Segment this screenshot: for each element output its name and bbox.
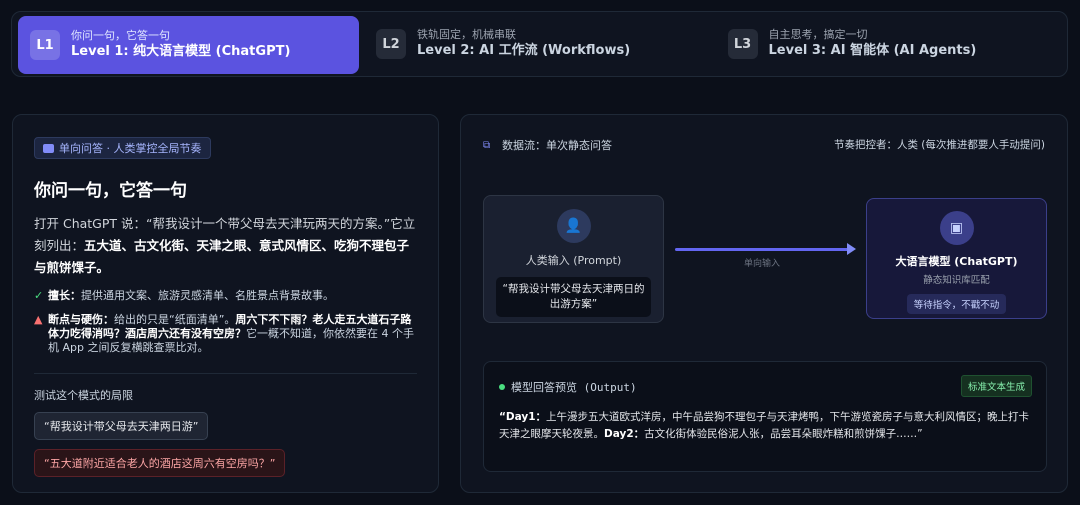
divider [34, 373, 417, 374]
tab-subtitle: 自主思考，搞定一切 [768, 28, 868, 41]
llm-node-sub: 静态知识库匹配 [923, 275, 990, 286]
level-badge: L2 [376, 29, 406, 59]
tab-level-2[interactable]: L2 铁轨固定，机械串联 Level 2: AI 工作流 (Workflows) [364, 12, 716, 76]
level-badge: L1 [30, 30, 60, 60]
output-title: 模型回答预览 (Output) [499, 379, 637, 395]
tab-subtitle: 铁轨固定，机械串联 [417, 28, 516, 41]
level-badge: L3 [727, 29, 758, 59]
day1-label: “Day1： [499, 411, 547, 423]
arrow-label: 单向输入 [744, 259, 781, 269]
arrow-right-icon [847, 243, 856, 255]
tab-level-1[interactable]: L1 你问一句，它答一句 Level 1: 纯大语言模型 (ChatGPT) [18, 16, 359, 74]
desc-bold: 五大道、古文化街、天津之眼、意式风情区、吃狗不理包子与煎饼馃子。 [34, 238, 410, 275]
output-badge: 标准文本生成 [960, 375, 1032, 397]
human-input-node: 👤 人类输入 (Prompt) “帮我设计带父母去天津两日的出游方案” [483, 195, 664, 323]
day2-label: Day2： [604, 428, 645, 440]
con-label: 断点与硬伤： [48, 313, 114, 326]
flow-title-text: 数据流：单次静态问答 [502, 139, 612, 152]
mode-pill: 单向问答 · 人类掌控全局节奏 [34, 137, 211, 159]
llm-wait-badge: 等待指令，不戳不动 [906, 294, 1007, 314]
chip-icon: ▣ [939, 211, 974, 245]
warning-icon: ▲ [34, 313, 43, 326]
tab-title: Level 3: AI 智能体 (AI Agents) [768, 43, 977, 58]
llm-node: ▣ 大语言模型 (ChatGPT) 静态知识库匹配 等待指令，不戳不动 [866, 198, 1047, 319]
pro-label: 擅长： [48, 289, 81, 302]
con-point: ▲ 断点与硬伤：给出的只是“纸面清单”。周六下不下雨？老人走五大道石子路体力吃得… [34, 313, 417, 355]
output-title-text: 模型回答预览 (Output) [511, 381, 637, 394]
dataflow-card: ⧉ 数据流：单次静态问答 节奏把控者：人类 (每次推进都要人手动提问) 👤 人类… [460, 114, 1068, 493]
tab-level-3[interactable]: L3 自主思考，搞定一切 Level 3: AI 智能体 (AI Agents) [716, 12, 1068, 76]
card-heading: 你问一句，它答一句 [34, 181, 187, 201]
flow-arrow-line [675, 248, 850, 251]
chat-bubble-icon [43, 143, 54, 153]
tab-subtitle: 你问一句，它答一句 [71, 29, 170, 42]
tab-title: Level 2: AI 工作流 (Workflows) [417, 43, 631, 58]
pro-point: ✓ 擅长：提供通用文案、旅游灵感清单、名胜景点背景故事。 [34, 289, 417, 303]
test-prompt-button-2[interactable]: “五大道附近适合老人的酒店这周六有空房吗？” [34, 449, 286, 477]
tab-title: Level 1: 纯大语言模型 (ChatGPT) [71, 44, 291, 59]
pro-text: 提供通用文案、旅游灵感清单、名胜景点背景故事。 [81, 289, 334, 302]
test-title: 测试这个模式的局限 [34, 389, 133, 402]
status-dot-icon [499, 384, 505, 390]
mode-pill-label: 单向问答 · 人类掌控全局节奏 [59, 142, 202, 155]
card-description: 打开 ChatGPT 说：“帮我设计一个带父母去天津玩两天的方案。”它立刻列出：… [34, 213, 417, 279]
human-node-label: 人类输入 (Prompt) [525, 254, 622, 267]
level-tabs: L1 你问一句，它答一句 Level 1: 纯大语言模型 (ChatGPT) L… [11, 11, 1068, 77]
explanation-card: 单向问答 · 人类掌控全局节奏 你问一句，它答一句 打开 ChatGPT 说：“… [12, 114, 439, 493]
output-text: “Day1：上午漫步五大道欧式洋房，中午品尝狗不理包子与天津烤鸭，下午游览瓷房子… [499, 409, 1034, 443]
day2-text: 古文化街体验民俗泥人张，品尝耳朵眼炸糕和煎饼馃子……” [644, 428, 923, 440]
con-text: 给出的只是“纸面清单”。 [114, 313, 236, 326]
check-icon: ✓ [34, 289, 44, 302]
human-prompt-quote: “帮我设计带父母去天津两日的出游方案” [496, 277, 651, 317]
user-icon: 👤 [556, 209, 591, 243]
flow-title: ⧉ 数据流：单次静态问答 [483, 137, 612, 153]
llm-node-label: 大语言模型 (ChatGPT) [895, 255, 1018, 268]
test-prompt-button-1[interactable]: “帮我设计带父母去天津两日游” [34, 412, 209, 440]
flow-icon: ⧉ [483, 139, 491, 151]
output-preview: 模型回答预览 (Output) 标准文本生成 “Day1：上午漫步五大道欧式洋房… [483, 361, 1047, 472]
tempo-label: 节奏把控者：人类 (每次推进都要人手动提问) [833, 139, 1045, 151]
